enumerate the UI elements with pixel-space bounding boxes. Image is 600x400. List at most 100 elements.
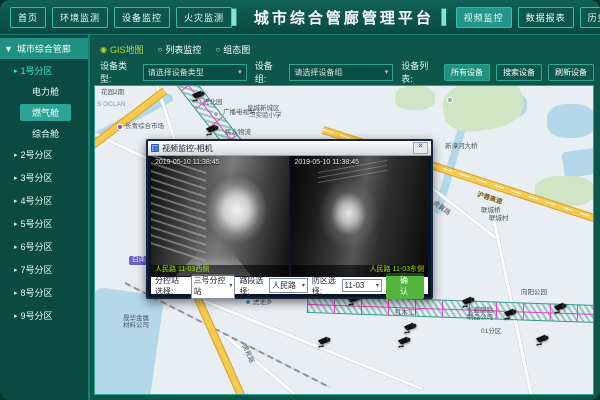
map-label: 新漳河大桥 [445,144,478,151]
zone-select-value: 11-03 [345,281,365,290]
tunnel-image [291,156,429,276]
cctv-camera-icon[interactable] [397,336,413,349]
sidebar-item-4号分区[interactable]: ▸ 4号分区 [0,189,88,212]
view-mode-label: 列表监控 [165,43,201,56]
cctv-camera-icon[interactable] [191,90,207,103]
sidebar-root-node[interactable]: ▼ 城市综合管廊 [0,38,88,59]
view-mode-toolbar: ◉ GIS地图 ○ 列表监控 ○ 组态图 [94,39,594,59]
map-label: 联城桥 [481,208,501,215]
title-accent-icon: ▍ [442,9,456,26]
map-label: 材料公司 [123,323,149,330]
pond-shape [561,148,594,178]
poi-marker-icon[interactable] [213,111,219,117]
expand-arrow-icon: ▸ [14,197,18,205]
nav-video-monitor[interactable]: 视频监控 [456,7,512,28]
sidebar-item-5号分区[interactable]: ▸ 5号分区 [0,212,88,235]
poi-marker-icon[interactable] [447,97,453,103]
device-group-select[interactable]: 请选择设备组 ▾ [289,64,393,81]
sidebar-item-label: 3号分区 [21,171,53,184]
sidebar-root-label: 城市综合管廊 [17,42,71,55]
view-mode-label: GIS地图 [110,43,144,56]
device-filter-button[interactable]: 搜索设备 [496,64,542,81]
nav-data-report[interactable]: 数据报表 [518,7,574,28]
video-timestamp: 2019-05-10 11:38:45 [155,159,219,166]
device-filter-button[interactable]: 所有设备 [444,64,490,81]
dialog-titlebar[interactable]: 视频监控-相机 ✕ [148,141,431,156]
lake-shape [94,287,164,395]
sidebar-tree: ▼ 城市综合管廊 ▸ 1号分区 电力舱 燃气舱 综合舱 ▸ 2号分区 ▸ 3号分… [0,35,90,400]
sidebar-item-label: 1号分区 [21,64,53,77]
station-select-label: 分控站选择: [155,275,187,297]
nav-device-monitor[interactable]: 设备监控 [114,7,170,28]
nav-env-monitor[interactable]: 环境监测 [52,7,108,28]
cctv-camera-icon[interactable] [205,124,221,137]
view-mode-radio[interactable]: ○ 列表监控 [158,43,202,56]
device-filter-button[interactable]: 刷新设备 [548,64,594,81]
nav-history-query[interactable]: 历史查询 [580,7,600,28]
sidebar-item-9号分区[interactable]: ▸ 9号分区 [0,304,88,327]
map-label: S OCLAN [97,102,126,109]
sidebar-item-燃气舱[interactable]: 燃气舱 [0,101,88,124]
chevron-down-icon: ▾ [385,68,389,76]
content-area: ◉ GIS地图 ○ 列表监控 ○ 组态图 设备类型: 请选择设备类型 ▾ 设备组… [90,35,600,400]
view-mode-label: 组态图 [223,43,250,56]
tunnel-image [151,156,289,276]
road-select-label: 路段选择: [239,275,265,297]
video-location-label: 人民路 11-03西侧 [155,264,209,274]
sidebar-item-7号分区[interactable]: ▸ 7号分区 [0,258,88,281]
map-label: 制品公司 [467,315,493,322]
page-title: ▍ 城市综合管廊管理平台 ▍ [232,7,456,28]
sidebar-item-label: 2号分区 [21,148,53,161]
nav-fire-monitor[interactable]: 火灾监测 [176,7,232,28]
station-select-value: 三号分控站 [194,275,228,297]
sidebar-item-label: 8号分区 [21,286,53,299]
video-feed[interactable]: 2019-05-10 11:38:45 人民路 11-03西侧 [151,156,289,276]
confirm-button[interactable]: 确 认 [386,273,424,299]
chevron-down-icon: ▾ [302,282,305,289]
park-shape [395,86,435,110]
nav-group-left: 首页环境监测设备监控火灾监测 [10,7,232,28]
cctv-camera-icon[interactable] [503,308,519,321]
map-label: 二实验小学 [249,113,282,120]
poi-marker-icon[interactable] [245,299,251,305]
radio-icon: ○ [215,45,220,54]
map-label: 红木工厂 [395,310,421,317]
dialog-title: 视频监控-相机 [162,143,410,154]
video-feed[interactable]: 2019-05-10 11:38:45 人民路 11-03东侧 [291,156,429,276]
device-group-label: 设备组: [255,59,282,85]
zone-select[interactable]: 11-03 ▾ [342,279,382,292]
radio-icon: ◉ [100,45,107,54]
road-select[interactable]: 人民路 ▾ [269,278,308,293]
device-list-label: 设备列表: [401,59,436,85]
chevron-down-icon: ▾ [376,282,379,289]
nav-home[interactable]: 首页 [10,7,46,28]
sidebar-item-label: 4号分区 [21,194,53,207]
sidebar-item-8号分区[interactable]: ▸ 8号分区 [0,281,88,304]
map-label: 民众物流 [225,130,251,137]
sidebar-item-label: 5号分区 [21,217,53,230]
sidebar-item-2号分区[interactable]: ▸ 2号分区 [0,143,88,166]
station-select[interactable]: 三号分控站 ▾ [191,273,236,299]
map-label: 虎池乡 [253,300,273,307]
expand-arrow-icon: ▼ [4,44,13,54]
sidebar-item-6号分区[interactable]: ▸ 6号分区 [0,235,88,258]
poi-marker-icon[interactable] [117,124,123,130]
cctv-camera-icon[interactable] [553,302,569,315]
cctv-camera-icon[interactable] [535,334,551,347]
cctv-camera-icon[interactable] [317,336,333,349]
map-canvas[interactable]: 视频监控-相机 ✕ 2019-05-10 11:38:45 人民路 11-03西… [94,85,594,395]
view-mode-radio[interactable]: ○ 组态图 [215,43,250,56]
cctv-camera-icon[interactable] [403,322,419,335]
cctv-camera-icon[interactable] [461,296,477,309]
road-select-value: 人民路 [272,280,296,291]
video-timestamp: 2019-05-10 11:38:45 [295,159,359,166]
sidebar-item-3号分区[interactable]: ▸ 3号分区 [0,166,88,189]
map-label: 花园2期 [101,90,124,97]
sidebar-item-电力舱[interactable]: 电力舱 [0,82,88,101]
view-mode-radio[interactable]: ◉ GIS地图 [100,43,144,56]
sidebar-item-1号分区[interactable]: ▸ 1号分区 [0,59,88,82]
video-location-label: 人民路 11-03东侧 [370,264,424,274]
sidebar-item-综合舱[interactable]: 综合舱 [0,124,88,143]
close-icon[interactable]: ✕ [413,142,428,154]
device-type-select[interactable]: 请选择设备类型 ▾ [143,64,247,81]
